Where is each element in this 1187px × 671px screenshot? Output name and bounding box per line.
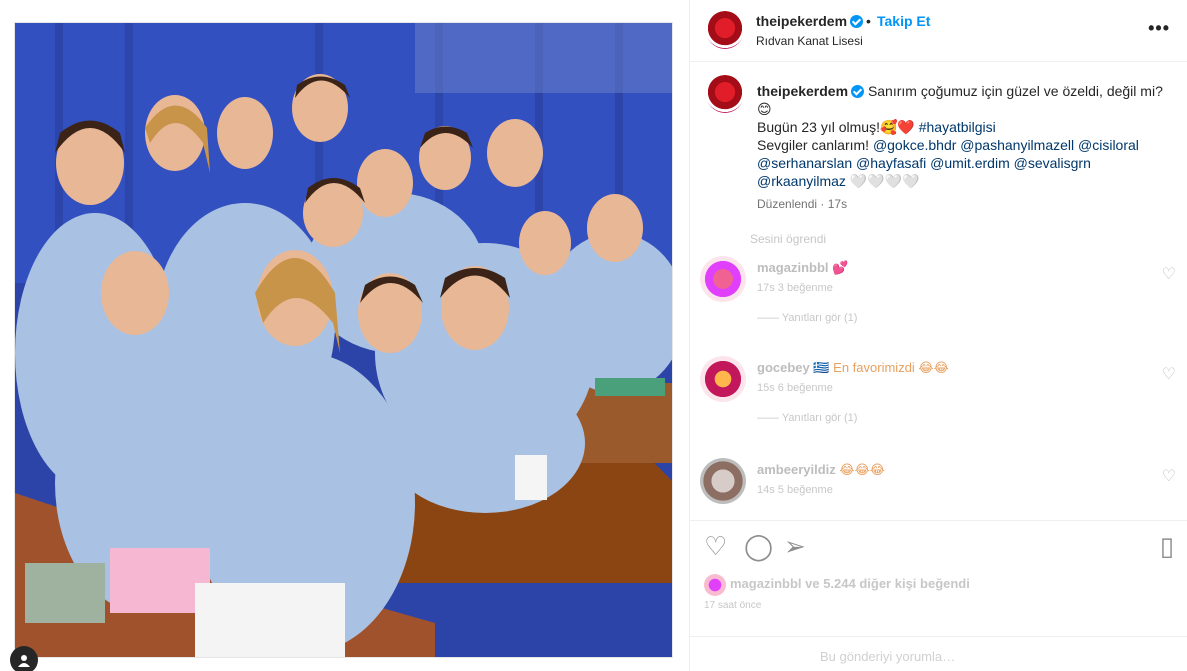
caption-username-text[interactable]: theipekerdem [757,83,848,99]
author-username[interactable]: theipekerdem [756,13,864,29]
action-bar: ♡ ◯ ➢ ▯ [690,520,1187,576]
comment-author-text[interactable]: ambeeryildiz [757,462,836,477]
separator-dot: • [866,13,871,29]
caption-author-avatar[interactable] [706,75,744,113]
caption-line2: Bugün 23 yıl olmuş!🥰❤️ [757,119,915,135]
comment-meta[interactable]: 15s 6 beğenme [757,382,833,394]
mentions-line4[interactable]: @serhanarslan @hayfasafi @umit.erdim @se… [757,155,1091,171]
view-replies-link[interactable]: —— Yanıtları gör (1) [757,312,857,324]
comment-author[interactable]: magazinbbl 💕 [757,260,848,276]
edited-label: Düzenlendi [757,197,818,211]
share-icon[interactable]: ➢ [784,533,806,559]
comment-like-heart-icon[interactable]: ♡ [1162,264,1176,284]
comment-like-heart-icon[interactable]: ♡ [1162,466,1176,486]
verified-badge-icon [851,85,865,98]
post-location[interactable]: Rıdvan Kanat Lisesi [756,34,863,48]
caption-username[interactable]: theipekerdem [757,83,865,99]
caption-text: theipekerdem Sanırım çoğumuz için güzel … [757,82,1167,190]
add-comment-input[interactable]: Bu gönderiyi yorumla… [820,649,955,664]
comment-text: 💕 [832,260,849,275]
bookmark-icon[interactable]: ▯ [1160,533,1174,559]
follow-button[interactable]: Takip Et [877,13,930,29]
comment-text: 😂😂😂 [839,462,885,477]
mentions-line5[interactable]: @rkaanyilmaz [757,173,846,189]
comment-author-text[interactable]: magazinbbl [757,260,829,275]
author-username-text[interactable]: theipekerdem [756,13,847,29]
comment-like-heart-icon[interactable]: ♡ [1162,364,1176,384]
caption-line3: Sevgiler canlarım! [757,137,870,153]
comment-text: 🇬🇷 En favorimizdi 😂😂 [813,360,949,375]
comment-meta[interactable]: 14s 5 beğenme [757,484,833,496]
post-photo[interactable] [14,22,673,658]
comment-author[interactable]: ambeeryildiz 😂😂😂 [757,462,885,478]
verified-badge-icon [850,15,864,28]
mentions-line3[interactable]: @gokce.bhdr @pashanyilmazell @cisiloral [873,137,1139,153]
comment-item: magazinbbl 💕 17s 3 beğenme —— Yanıtları … [690,256,1187,336]
classroom-group-photo [15,23,672,657]
post-header: theipekerdem • Takip Et Rıdvan Kanat Lis… [690,0,1187,62]
comment-avatar[interactable] [700,356,746,402]
comment-avatar[interactable] [700,458,746,504]
user-icon [18,655,30,667]
comment-item: gocebey 🇬🇷 En favorimizdi 😂😂 15s 6 beğen… [690,356,1187,436]
author-avatar[interactable] [706,11,744,49]
comment-avatar[interactable] [700,256,746,302]
more-options-icon[interactable]: ••• [1148,18,1170,39]
caption-meta: Düzenlendi · 17s [757,197,848,211]
add-comment-bar[interactable]: Bu gönderiyi yorumla… [690,636,1187,671]
likes-count-text[interactable]: magazinbbl ve 5.244 diğer kişi beğendi [730,576,970,591]
comment-icon[interactable]: ◯ [744,533,773,559]
post-timestamp[interactable]: 17 saat önce [704,600,761,611]
see-translation-link[interactable]: Sesini ögrendi [750,232,826,246]
liker-avatar[interactable] [704,574,726,596]
caption-time[interactable]: 17s [828,197,847,211]
comment-author-text[interactable]: gocebey [757,360,810,375]
view-replies-link[interactable]: —— Yanıtları gör (1) [757,412,857,424]
hashtag-link[interactable]: #hayatbilgisi [919,119,996,135]
comment-meta[interactable]: 17s 3 beğenme [757,282,833,294]
tagged-users-button[interactable] [10,646,38,671]
post-caption: theipekerdem Sanırım çoğumuz için güzel … [690,62,1187,222]
likes-summary: magazinbbl ve 5.244 diğer kişi beğendi 1… [690,570,1187,630]
heart-icon[interactable]: ♡ [704,533,727,559]
comment-author[interactable]: gocebey 🇬🇷 En favorimizdi 😂😂 [757,360,949,376]
comments-list[interactable]: Sesini ögrendi magazinbbl 💕 17s 3 beğenm… [690,222,1187,518]
post-details-panel: theipekerdem • Takip Et Rıdvan Kanat Lis… [689,0,1187,671]
post-media-panel [0,0,688,671]
comment-item: ambeeryildiz 😂😂😂 14s 5 beğenme ♡ [690,458,1187,518]
caption-line1: Sanırım çoğumuz için güzel ve özeldi, de… [867,83,1163,99]
caption-trailing-emoji: 🤍🤍🤍🤍 [849,173,920,189]
caption-line1-emoji: 😊 [757,101,772,117]
